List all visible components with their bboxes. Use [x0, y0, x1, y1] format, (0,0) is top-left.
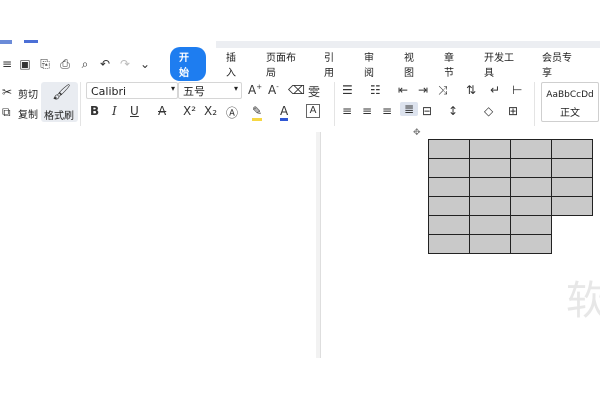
distributed-icon[interactable]: ⊟: [422, 104, 432, 118]
tab-start[interactable]: 开始: [170, 47, 206, 81]
chevron-down-icon[interactable]: ▾: [171, 84, 175, 93]
highlight-icon[interactable]: ✎: [252, 104, 263, 121]
style-normal[interactable]: AaBbCcDd 正文: [541, 82, 599, 122]
document-tab-indicator: [0, 40, 12, 44]
quick-access-toolbar: ≡ ▣ ⎘ ⎙ ⌕ ↶ ↷ ⌄: [0, 55, 152, 73]
copy-icon[interactable]: ⧉: [2, 105, 11, 120]
numbering-icon[interactable]: ☷: [370, 83, 381, 97]
ruler-icon[interactable]: ⊢: [512, 83, 522, 97]
preview-icon[interactable]: ⌕: [78, 57, 92, 71]
eraser-icon[interactable]: ⌫: [288, 83, 305, 97]
align-left-icon[interactable]: ≡: [342, 104, 352, 118]
bullets-icon[interactable]: ☰: [342, 83, 353, 97]
show-marks-icon[interactable]: ↵: [490, 83, 500, 97]
align-center-icon[interactable]: ≡: [362, 104, 372, 118]
line-spacing-icon[interactable]: ↕: [448, 104, 458, 118]
subscript-icon[interactable]: X₂: [204, 104, 217, 118]
undo-icon[interactable]: ↶: [98, 57, 112, 71]
document-table[interactable]: [428, 139, 593, 254]
tab-developer[interactable]: 开发工具: [484, 49, 520, 79]
decrease-indent-icon[interactable]: ⇤: [398, 83, 408, 97]
divider: [80, 82, 81, 126]
align-right-icon[interactable]: ≡: [382, 104, 392, 118]
bottom-area: [0, 358, 600, 400]
phonetic-icon[interactable]: 雯: [308, 83, 320, 100]
table-row: [428, 196, 593, 216]
tab-page-layout[interactable]: 页面布局: [266, 49, 302, 79]
font-name-select[interactable]: Calibri: [86, 82, 178, 99]
font-size-select[interactable]: 五号: [178, 82, 242, 99]
menu-icon[interactable]: ≡: [0, 57, 14, 71]
tab-chapter[interactable]: 章节: [444, 49, 462, 79]
copy-label[interactable]: 复制: [18, 106, 38, 121]
sort-icon[interactable]: ⇅: [466, 83, 476, 97]
cut-label[interactable]: 剪切: [18, 86, 38, 101]
table-row: [428, 177, 593, 197]
borders-icon[interactable]: ⊞: [508, 104, 518, 118]
font-color-icon[interactable]: A: [280, 104, 289, 121]
strikethrough-icon[interactable]: A: [158, 104, 166, 118]
save-icon[interactable]: ▣: [18, 57, 32, 71]
tab-insert[interactable]: 插入: [226, 49, 244, 79]
style-name: 正文: [560, 108, 580, 119]
redo-icon[interactable]: ↷: [118, 57, 132, 71]
increase-indent-icon[interactable]: ⇥: [418, 83, 428, 97]
divider: [534, 82, 535, 126]
superscript-icon[interactable]: X²: [183, 104, 196, 118]
tab-review[interactable]: 审阅: [364, 49, 382, 79]
table-row: [428, 234, 593, 254]
more-icon[interactable]: ⌄: [138, 57, 152, 71]
table-move-handle-icon[interactable]: ✥: [413, 128, 423, 138]
table-row: [428, 158, 593, 178]
divider: [334, 82, 335, 126]
style-preview: AaBbCcDd: [546, 90, 594, 100]
print-icon[interactable]: ⎙: [58, 57, 72, 71]
italic-icon[interactable]: I: [112, 104, 117, 118]
format-painter-label[interactable]: 格式刷: [44, 107, 74, 122]
table-row: [428, 215, 593, 235]
tab-member[interactable]: 会员专享: [542, 49, 578, 79]
export-icon[interactable]: ⎘: [38, 57, 52, 71]
text-effect-icon[interactable]: Ⓐ: [226, 104, 238, 121]
shading-icon[interactable]: ◇: [484, 104, 493, 118]
ribbon-tabs: 开始 插入 页面布局 引用 审阅 视图 章节 开发工具 会员专享: [170, 47, 600, 81]
shrink-font-icon[interactable]: A-: [268, 83, 279, 97]
watermark-text: 软: [566, 278, 600, 324]
chevron-down-icon[interactable]: ▾: [234, 84, 238, 93]
scissors-icon[interactable]: ✂: [2, 85, 12, 99]
tab-references[interactable]: 引用: [324, 49, 342, 79]
table-row: [428, 139, 593, 159]
underline-icon[interactable]: U: [130, 104, 139, 118]
bold-icon[interactable]: B: [90, 104, 99, 118]
char-border-icon[interactable]: A: [306, 104, 320, 118]
justify-icon[interactable]: ≣: [400, 102, 418, 116]
chinese-layout-icon[interactable]: ⤨: [438, 83, 448, 98]
document-tab-indicator-secondary: [24, 40, 38, 43]
tab-strip-background: [216, 41, 600, 48]
left-page-region: [0, 132, 316, 358]
tab-view[interactable]: 视图: [404, 49, 422, 79]
grow-font-icon[interactable]: A+: [248, 83, 262, 97]
brush-icon[interactable]: 🖌: [52, 83, 71, 101]
